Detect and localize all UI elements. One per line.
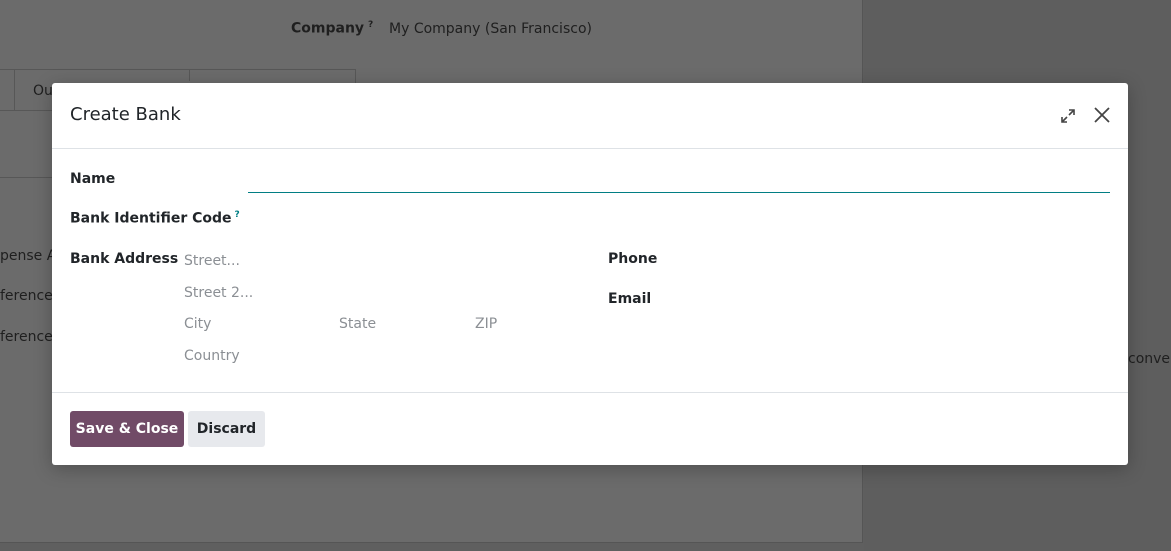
bg-tab-label: Ou (33, 83, 53, 99)
bg-field-label: ference (0, 329, 53, 345)
zip-input[interactable] (475, 314, 585, 334)
save-close-button[interactable]: Save & Close (70, 411, 184, 447)
close-icon[interactable] (1092, 105, 1112, 125)
discard-button[interactable]: Discard (188, 411, 265, 447)
phone-label: Phone (608, 251, 658, 267)
street2-input[interactable] (184, 283, 584, 303)
bank-address-label: Bank Address (70, 251, 179, 267)
email-label: Email (608, 291, 652, 307)
state-input[interactable] (339, 314, 467, 334)
dialog-title: Create Bank (70, 104, 181, 125)
bg-field-label: pense A (0, 248, 57, 264)
bg-field-label: ference (0, 288, 53, 304)
create-bank-dialog: Create Bank Name Bank Identifier Code? B… (52, 83, 1128, 465)
bic-label: Bank Identifier Code? (70, 210, 240, 227)
dialog-body: Name Bank Identifier Code? Bank Address … (52, 149, 1128, 393)
bg-chatter-text: conver (1128, 351, 1171, 367)
dialog-header: Create Bank (52, 83, 1128, 149)
country-input[interactable] (184, 346, 584, 366)
name-input[interactable] (248, 171, 1110, 193)
bg-company-label: Company? (291, 20, 374, 37)
city-input[interactable] (184, 314, 329, 334)
bg-company-value: My Company (San Francisco) (389, 21, 592, 37)
bg-tab-divider (189, 69, 190, 81)
help-icon: ? (368, 20, 374, 30)
expand-icon[interactable] (1059, 107, 1077, 125)
street-input[interactable] (184, 251, 584, 271)
dialog-footer: Save & Close Discard (52, 393, 1128, 465)
bg-tab-divider (14, 69, 15, 111)
help-icon[interactable]: ? (235, 210, 240, 220)
name-label: Name (70, 171, 116, 187)
